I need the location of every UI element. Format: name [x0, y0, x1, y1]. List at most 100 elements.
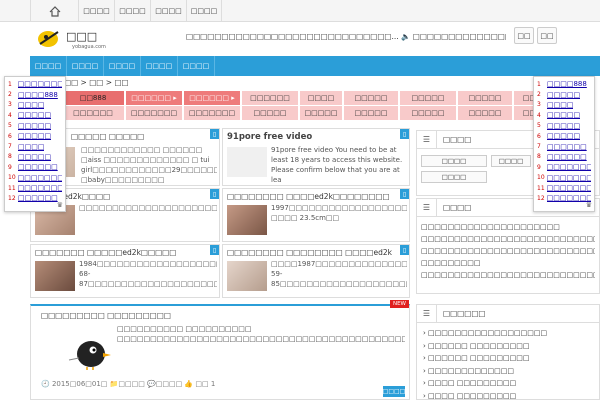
sidebar-button-2[interactable]: □□□□: [491, 155, 531, 167]
tag[interactable]: □□888: [62, 91, 126, 105]
sidebar-link[interactable]: › □□□□ □□□□□□□□□: [423, 390, 595, 400]
tag[interactable]: □□□□□: [400, 106, 458, 120]
main-nav-item-4[interactable]: □□□□: [141, 56, 178, 76]
site-logo[interactable]: □□□ yobagua.com: [34, 26, 146, 50]
article-card[interactable]: □□□□□□□ □□□□□ed2k□□□□□ ▯ 1984□□□□□□□□□□□…: [30, 244, 220, 298]
gift-icon[interactable]: ♛: [57, 201, 63, 209]
gift-icon[interactable]: ♛: [586, 201, 592, 209]
list-item[interactable]: 7 □□□□□□: [537, 141, 591, 151]
list-item[interactable]: 8 □□□□□□: [537, 152, 591, 162]
list-item[interactable]: 9 □□□□□□□: [537, 162, 591, 172]
feature-title[interactable]: □□□□□□□□□ □□□□□□□□□: [41, 311, 171, 320]
list-item[interactable]: 9 □□□□□□: [8, 162, 62, 172]
main-nav-item-1[interactable]: □□□□: [30, 56, 67, 76]
thumbnail[interactable]: [227, 205, 267, 235]
list-item[interactable]: 4 □□□□□: [537, 110, 591, 120]
sidebar-link[interactable]: › □□□□ □□□□□□□□□: [423, 377, 595, 390]
main-nav-item-3[interactable]: □□□□: [104, 56, 141, 76]
rank-link[interactable]: □□□□□: [547, 91, 580, 99]
list-item[interactable]: 2 □□□□888: [8, 89, 62, 99]
rank-link[interactable]: □□□□□: [18, 132, 51, 140]
rank-link[interactable]: □□□□□: [18, 153, 51, 161]
rank-link[interactable]: □□□□: [18, 143, 44, 151]
tag[interactable]: □□□□□: [400, 91, 458, 105]
breadcrumb[interactable]: □□ > □□ > □□: [64, 78, 129, 87]
tag[interactable]: □□□□□□ ▸: [184, 91, 242, 105]
thumbnail[interactable]: [227, 261, 267, 291]
home-link[interactable]: [30, 0, 78, 22]
rank-link[interactable]: □□□□□□: [547, 143, 587, 151]
rank-link[interactable]: □□□□□: [547, 122, 580, 130]
tag[interactable]: □□□□□: [300, 106, 344, 120]
rank-link[interactable]: □□□□888: [547, 80, 587, 88]
list-item[interactable]: 12 □□□□□□: [8, 193, 62, 203]
card-title[interactable]: □□□□□□□□ □□□□□□□□ □□□□ed2k: [227, 248, 392, 257]
list-item[interactable]: 1 □□□□888: [537, 79, 591, 89]
article-card[interactable]: □□□□□□□□ □□□□ed2k□□□□□□□□ ▯ 1997□□□□□□□□…: [222, 188, 410, 242]
tag[interactable]: □□□□□: [458, 91, 514, 105]
sidebar-link[interactable]: › □□□□□□□□□□□□□□□□□□: [423, 327, 595, 340]
top-nav-item-3[interactable]: □□□□: [150, 0, 186, 22]
sidebar-button-1[interactable]: □□□□: [421, 155, 487, 167]
tag[interactable]: □□□□□□□: [126, 106, 184, 120]
list-item[interactable]: 2 □□□□□: [537, 89, 591, 99]
sidebar-link[interactable]: › □□□□□□□□□□□□□: [423, 365, 595, 378]
rank-link[interactable]: □□□□□□□: [18, 80, 62, 88]
rank-link[interactable]: □□□□: [547, 101, 573, 109]
read-more-button[interactable]: □□□□: [383, 386, 405, 397]
rank-link[interactable]: □□□□□: [18, 111, 51, 119]
list-item[interactable]: 5 □□□□□: [8, 121, 62, 131]
tag[interactable]: □□□□□□□: [184, 106, 242, 120]
rank-link[interactable]: □□□□□□: [18, 163, 58, 171]
list-item[interactable]: 6 □□□□□: [537, 131, 591, 141]
sidebar-button-3[interactable]: □□□□: [421, 171, 487, 183]
card-title[interactable]: □□□□□□□ □□□□□ed2k□□□□□: [35, 248, 176, 257]
featured-article[interactable]: NEW □□□□□□□□□ □□□□□□□□□ □□□□□□□□□□ □□□□□…: [30, 300, 410, 400]
rank-link[interactable]: □□□□888: [18, 91, 58, 99]
rank-link[interactable]: □□□□□: [18, 122, 51, 130]
rank-link[interactable]: □□□□□□: [18, 194, 58, 202]
list-item[interactable]: 1 □□□□□□□: [8, 79, 62, 89]
rank-link[interactable]: □□□□□□□: [547, 174, 591, 182]
top-nav-item-2[interactable]: □□□□: [114, 0, 150, 22]
rank-link[interactable]: □□□□□□: [547, 153, 587, 161]
article-card[interactable]: 91pore free video ▯ 91pore free video Yo…: [222, 128, 410, 186]
list-item[interactable]: 10 □□□□□□□: [8, 173, 62, 183]
list-item[interactable]: 7 □□□□: [8, 141, 62, 151]
tag[interactable]: □□□□: [300, 91, 344, 105]
news-ticker[interactable]: □□□□□□□□□□□□□□□□□□□□□□□□□□□□□... 🔈 □□□□□…: [186, 32, 506, 41]
top-nav-item-1[interactable]: □□□□: [78, 0, 114, 22]
rank-link[interactable]: □□□□□□□: [18, 174, 62, 182]
thumbnail[interactable]: [227, 147, 267, 177]
rank-link[interactable]: □□□□□: [547, 132, 580, 140]
article-card[interactable]: □□□□□□□□ □□□□□□□□ □□□□ed2k ▯ □□□□1987□□□…: [222, 244, 410, 298]
list-item[interactable]: 6 □□□□□: [8, 131, 62, 141]
tag[interactable]: □□□□□: [458, 106, 514, 120]
header-button-2[interactable]: □□: [537, 27, 557, 44]
rank-link[interactable]: □□□□□□□: [547, 184, 591, 192]
tag[interactable]: □□□□□: [344, 106, 400, 120]
main-nav-item-2[interactable]: □□□□: [67, 56, 104, 76]
tag[interactable]: □□□□□□: [242, 91, 300, 105]
list-item[interactable]: 10 □□□□□□□: [537, 173, 591, 183]
rank-link[interactable]: □□□□□□□: [547, 194, 591, 202]
list-item[interactable]: 8 □□□□□: [8, 152, 62, 162]
card-title[interactable]: □□□□□□□□ □□□□ed2k□□□□□□□□: [227, 192, 390, 201]
tag[interactable]: □□□□□□ ▸: [126, 91, 184, 105]
rank-link[interactable]: □□□□□□□: [547, 163, 591, 171]
list-item[interactable]: 3 □□□□: [537, 100, 591, 110]
thumbnail[interactable]: [35, 261, 75, 291]
list-item[interactable]: 3 □□□□: [8, 100, 62, 110]
tag[interactable]: □□□□□: [344, 91, 400, 105]
top-nav-item-4[interactable]: □□□□: [186, 0, 222, 22]
rank-link[interactable]: □□□□□: [547, 111, 580, 119]
rank-link[interactable]: □□□□□□□: [18, 184, 62, 192]
list-item[interactable]: 12 □□□□□□□: [537, 193, 591, 203]
card-title[interactable]: □□□□□ □□□□□: [71, 132, 144, 141]
rank-link[interactable]: □□□□: [18, 101, 44, 109]
list-item[interactable]: 11 □□□□□□□: [8, 183, 62, 193]
header-button-1[interactable]: □□: [514, 27, 534, 44]
tag[interactable]: □□□□□□: [62, 106, 126, 120]
sidebar-link[interactable]: › □□□□□□ □□□□□□□□□: [423, 340, 595, 353]
list-item[interactable]: 4 □□□□□: [8, 110, 62, 120]
